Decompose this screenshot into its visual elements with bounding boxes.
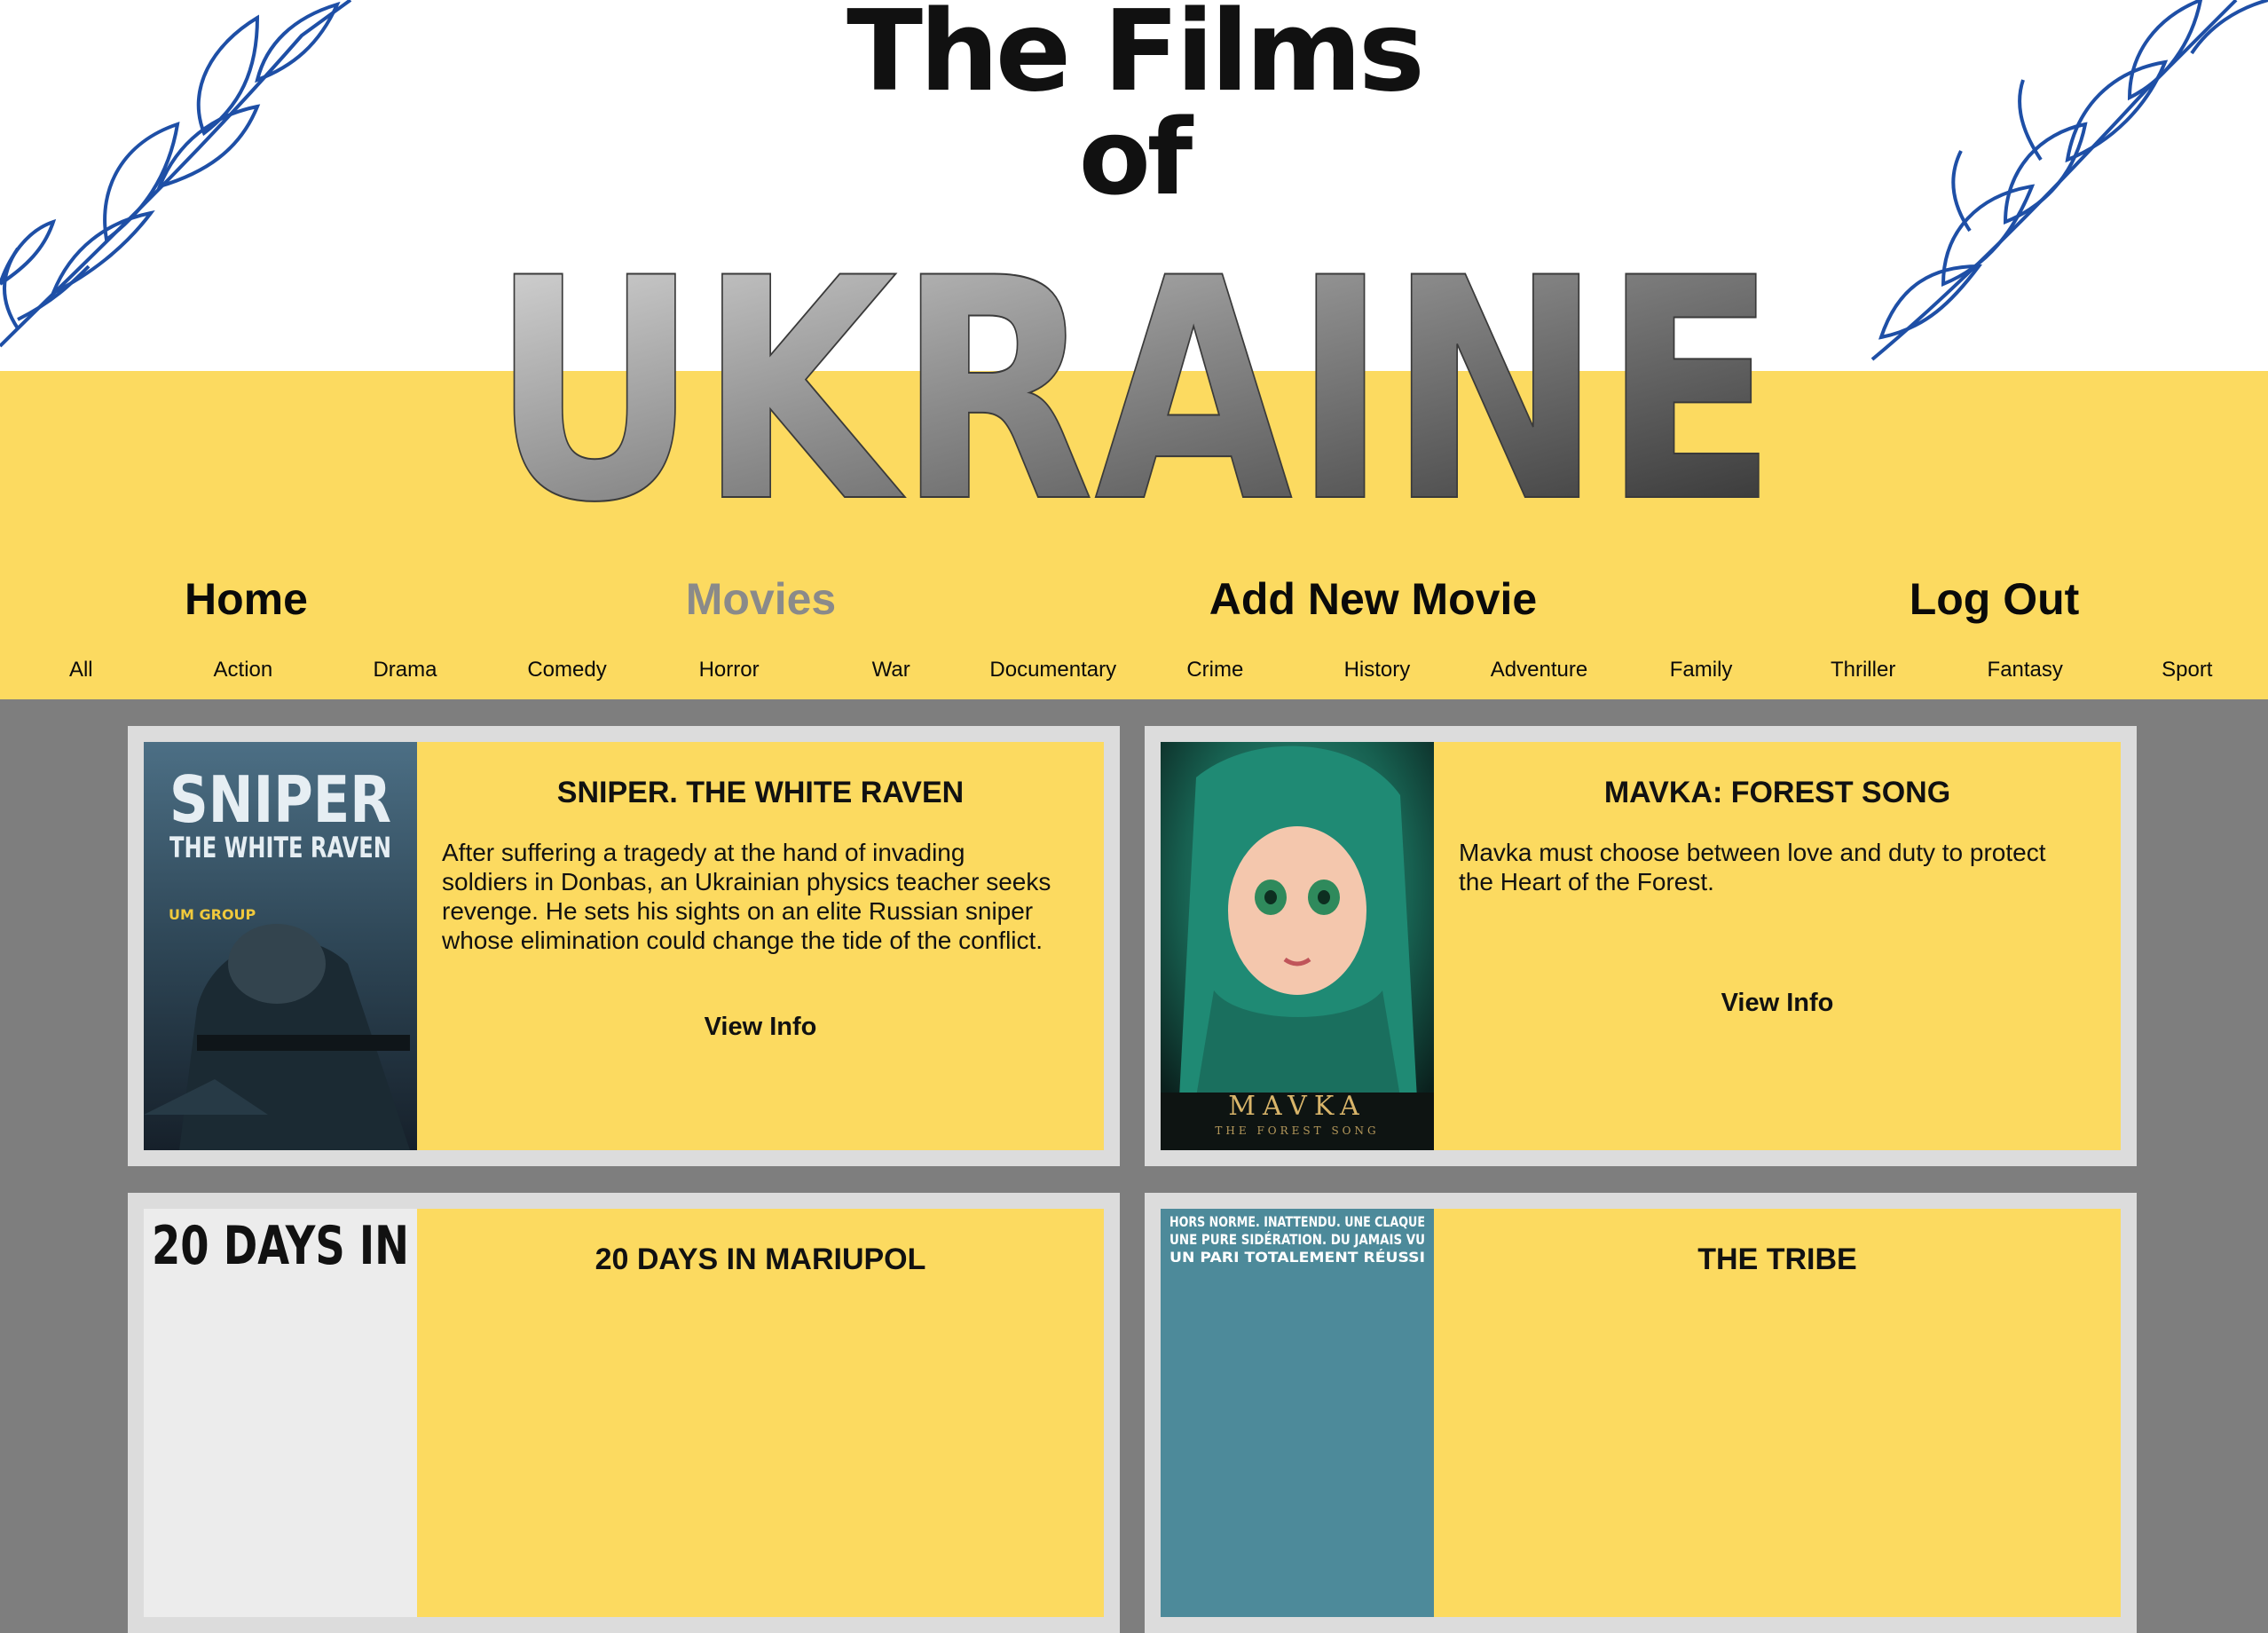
movie-poster[interactable]: MAVKA THE FOREST SONG [1161, 742, 1434, 1150]
genre-horror[interactable]: Horror [648, 652, 810, 688]
ukraine-logo-lettering: UKRAINE [490, 240, 1778, 506]
genre-comedy[interactable]: Comedy [486, 652, 649, 688]
poster-studio-text: UM GROUP [169, 906, 256, 923]
view-info-button[interactable]: View Info [1434, 989, 2121, 1018]
poster-subtitle-text: THE WHITE RAVEN [169, 831, 391, 864]
poster-title-text: 20 DAYS IN [152, 1215, 409, 1277]
movie-card: MAVKA THE FOREST SONG MAVKA: FOREST SONG… [1145, 726, 2137, 1166]
movie-poster[interactable]: SNIPER THE WHITE RAVEN UM GROUP [144, 742, 417, 1150]
poster-quote-line1: HORS NORME. INATTENDU. UNE CLAQUE [1169, 1213, 1425, 1230]
genre-filter-bar: All Action Drama Comedy Horror War Docum… [0, 652, 2268, 688]
movie-card-body: 20 DAYS IN 20 DAYS IN MARIUPOL [144, 1209, 1104, 1617]
movie-title: THE TRIBE [1697, 1242, 1857, 1276]
poster-subtitle-text: THE FOREST SONG [1215, 1124, 1379, 1137]
genre-family[interactable]: Family [1620, 652, 1783, 688]
genre-all[interactable]: All [0, 652, 162, 688]
nav-log-out[interactable]: Log Out [1881, 559, 2107, 639]
poster-title-text: MAVKA [1228, 1091, 1366, 1122]
movie-card-body: HORS NORME. INATTENDU. UNE CLAQUE UNE PU… [1161, 1209, 2121, 1617]
genre-documentary[interactable]: Documentary [972, 652, 1134, 688]
ukraine-lettering-text: UKRAINE [491, 240, 1777, 506]
genre-war[interactable]: War [810, 652, 973, 688]
poster-quote-line2: UNE PURE SIDÉRATION. DU JAMAIS VU [1169, 1231, 1425, 1248]
movie-title: MAVKA: FOREST SONG [1603, 776, 1951, 809]
movie-card-body: MAVKA THE FOREST SONG MAVKA: FOREST SONG… [1161, 742, 2121, 1150]
poster-title-text: SNIPER [169, 762, 391, 837]
movie-title: SNIPER. THE WHITE RAVEN [556, 776, 965, 809]
view-info-button[interactable]: View Info [417, 1013, 1104, 1042]
genre-action[interactable]: Action [162, 652, 325, 688]
genre-crime[interactable]: Crime [1134, 652, 1296, 688]
genre-fantasy[interactable]: Fantasy [1944, 652, 2107, 688]
movie-title: 20 DAYS IN MARIUPOL [595, 1242, 926, 1276]
movie-description: Mavka must choose between love and duty … [1459, 839, 2046, 895]
poster-quote-line3: UN PARI TOTALEMENT RÉUSSI [1169, 1249, 1425, 1266]
genre-adventure[interactable]: Adventure [1458, 652, 1620, 688]
nav-home[interactable]: Home [133, 559, 359, 639]
movie-description: After suffering a tragedy at the hand of… [442, 839, 1051, 954]
movie-card-body: SNIPER THE WHITE RAVEN UM GROUP SNIPER. … [144, 742, 1104, 1150]
movie-poster[interactable]: HORS NORME. INATTENDU. UNE CLAQUE UNE PU… [1161, 1209, 1434, 1617]
genre-drama[interactable]: Drama [324, 652, 486, 688]
nav-add-new-movie[interactable]: Add New Movie [1189, 559, 1557, 639]
movie-card: HORS NORME. INATTENDU. UNE CLAQUE UNE PU… [1145, 1193, 2137, 1633]
genre-thriller[interactable]: Thriller [1782, 652, 1944, 688]
site-title-line2: of [1078, 96, 1193, 218]
movie-card: SNIPER THE WHITE RAVEN UM GROUP SNIPER. … [128, 726, 1120, 1166]
site-header: The Films of UKRAINE Home Movies Add New [0, 0, 2268, 699]
genre-sport[interactable]: Sport [2107, 652, 2268, 688]
genre-history[interactable]: History [1296, 652, 1459, 688]
movie-poster[interactable]: 20 DAYS IN [144, 1209, 417, 1617]
nav-movies[interactable]: Movies [648, 559, 874, 639]
movie-card: 20 DAYS IN 20 DAYS IN MARIUPOL [128, 1193, 1120, 1633]
